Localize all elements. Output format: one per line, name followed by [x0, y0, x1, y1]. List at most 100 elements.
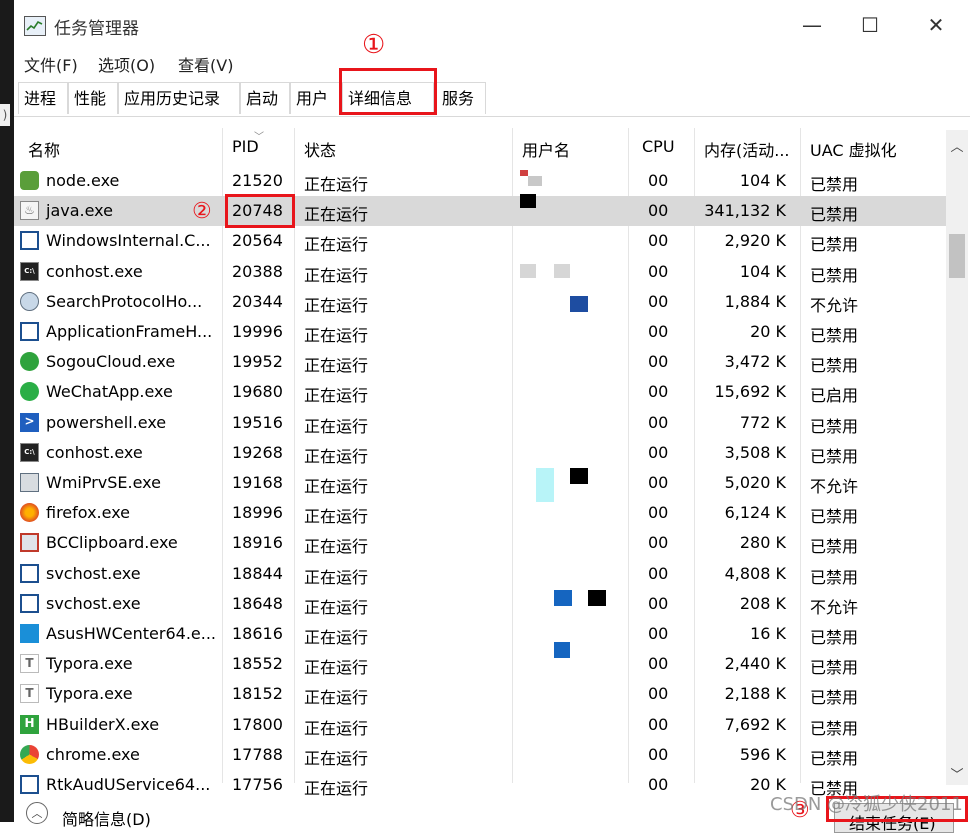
process-cpu: 00 — [648, 563, 669, 583]
process-memory: 5,020 K — [724, 473, 786, 492]
tab-startup[interactable]: 启动 — [240, 82, 290, 114]
window-app-icon — [20, 775, 39, 794]
menu-view[interactable]: 查看(V) — [178, 52, 233, 76]
background-window-edge: ) — [0, 104, 10, 126]
process-cpu: 00 — [648, 714, 669, 734]
table-row[interactable]: C:\ conhost.exe 19268 正在运行 00 3,508 K 已禁用 — [14, 438, 946, 468]
process-status: 正在运行 — [304, 688, 369, 708]
process-status: 正在运行 — [304, 537, 369, 557]
close-button[interactable]: ✕ — [916, 8, 956, 42]
process-name: BCClipboard.exe — [46, 533, 178, 553]
process-memory: 104 K — [739, 171, 786, 190]
tab-users[interactable]: 用户 — [290, 82, 340, 114]
sort-indicator-icon: ﹀ — [254, 132, 264, 143]
tab-performance[interactable]: 性能 — [68, 82, 118, 114]
wmi-icon — [20, 473, 39, 492]
asus-icon — [20, 624, 39, 643]
process-pid: 19516 — [232, 412, 283, 432]
table-row[interactable]: T Typora.exe 18152 正在运行 00 2,188 K 已禁用 — [14, 679, 946, 709]
column-header-cpu[interactable]: CPU — [642, 137, 675, 156]
table-row[interactable]: firefox.exe 18996 正在运行 00 6,124 K 已禁用 — [14, 498, 946, 528]
redacted-username — [554, 264, 570, 278]
process-cpu: 00 — [648, 533, 669, 553]
window-title: 任务管理器 — [54, 19, 139, 39]
process-name: Typora.exe — [46, 654, 133, 674]
process-uac: 已禁用 — [810, 567, 859, 587]
table-row[interactable]: C:\ conhost.exe 20388 正在运行 00 104 K 已禁用 — [14, 257, 946, 287]
table-row[interactable]: SogouCloud.exe 19952 正在运行 00 3,472 K 已禁用 — [14, 347, 946, 377]
task-manager-icon — [24, 16, 46, 36]
menu-options[interactable]: 选项(O) — [98, 52, 155, 76]
table-row[interactable]: ♨ java.exe 20748 正在运行 00 341,132 K 已禁用 — [14, 196, 946, 227]
process-cpu: 00 — [648, 503, 669, 523]
table-row[interactable]: node.exe 21520 正在运行 00 104 K 已禁用 — [14, 166, 946, 196]
process-memory: 2,440 K — [724, 654, 786, 674]
column-header-status[interactable]: 状态 — [304, 137, 336, 161]
console-icon: C:\ — [20, 442, 39, 462]
table-row[interactable]: WeChatApp.exe 19680 正在运行 00 15,692 K 已启用 — [14, 377, 946, 407]
table-row[interactable]: BCClipboard.exe 18916 正在运行 00 280 K 已禁用 — [14, 528, 946, 558]
table-row[interactable]: T Typora.exe 18552 正在运行 00 2,440 K 已禁用 — [14, 649, 946, 679]
process-cpu: 00 — [648, 654, 669, 674]
chevron-up-icon[interactable]: ︿ — [26, 802, 48, 824]
column-header-memory[interactable]: 内存(活动... — [704, 137, 790, 161]
process-status: 正在运行 — [304, 477, 369, 496]
process-memory: 3,508 K — [724, 442, 786, 462]
process-uac: 不允许 — [810, 295, 859, 315]
process-memory: 596 K — [739, 744, 786, 764]
fewer-details-link[interactable]: 简略信息(D) — [62, 806, 151, 830]
scroll-down-icon[interactable]: ﹀ — [946, 764, 968, 784]
process-name: WeChatApp.exe — [46, 382, 173, 402]
search-user-icon — [20, 291, 39, 311]
column-header-username[interactable]: 用户名 — [522, 137, 570, 161]
process-cpu: 00 — [648, 473, 669, 492]
process-memory: 208 K — [739, 593, 786, 613]
redacted-username — [528, 176, 542, 186]
process-pid: 20344 — [232, 291, 283, 311]
tab-app-history[interactable]: 应用历史记录 — [118, 82, 240, 114]
process-cpu: 00 — [648, 775, 669, 794]
vertical-scrollbar[interactable]: ︿ ﹀ — [946, 130, 968, 785]
maximize-button[interactable]: ☐ — [850, 8, 890, 42]
process-cpu: 00 — [648, 261, 669, 281]
table-row[interactable]: H HBuilderX.exe 17800 正在运行 00 7,692 K 已禁用 — [14, 710, 946, 740]
table-row[interactable]: chrome.exe 17788 正在运行 00 596 K 已禁用 — [14, 740, 946, 770]
annotation-box-pid — [225, 194, 295, 228]
table-row[interactable]: svchost.exe 18844 正在运行 00 4,808 K 已禁用 — [14, 559, 946, 589]
tab-processes[interactable]: 进程 — [18, 82, 68, 114]
process-cpu: 00 — [648, 382, 669, 402]
table-row[interactable]: AsusHWCenter64.e... 18616 正在运行 00 16 K 已禁用 — [14, 619, 946, 649]
minimize-button[interactable]: — — [792, 8, 832, 42]
process-cpu: 00 — [648, 322, 669, 341]
process-uac: 已禁用 — [810, 265, 859, 285]
clipboard-icon — [20, 533, 39, 553]
firefox-icon — [20, 503, 39, 523]
column-header-uac[interactable]: UAC 虚拟化 — [810, 137, 897, 161]
process-pid: 18648 — [232, 593, 283, 613]
process-memory: 15,692 K — [714, 382, 786, 402]
column-header-name[interactable]: 名称 — [28, 137, 60, 161]
process-uac: 已禁用 — [810, 507, 859, 527]
menu-file[interactable]: 文件(F) — [24, 52, 78, 76]
process-status: 正在运行 — [304, 205, 369, 225]
table-row[interactable]: SearchProtocolHo... 20344 正在运行 00 1,884 K 不允许 — [14, 287, 946, 317]
scrollbar-thumb[interactable] — [949, 234, 965, 278]
annotation-one: ① — [362, 30, 386, 60]
process-memory: 6,124 K — [724, 503, 786, 523]
sogou-icon — [20, 352, 39, 372]
table-row[interactable]: WmiPrvSE.exe 19168 正在运行 00 5,020 K 不允许 — [14, 468, 946, 498]
tab-services[interactable]: 服务 — [436, 82, 486, 114]
table-row[interactable]: ApplicationFrameH... 19996 正在运行 00 20 K 已禁用 — [14, 317, 946, 347]
scroll-up-icon[interactable]: ︿ — [946, 136, 968, 156]
process-pid: 17800 — [232, 714, 283, 734]
process-status: 正在运行 — [304, 628, 369, 647]
table-row[interactable]: WindowsInternal.C... 20564 正在运行 00 2,920 K 已禁… — [14, 226, 946, 256]
process-pid: 18916 — [232, 533, 283, 553]
table-row[interactable]: svchost.exe 18648 正在运行 00 208 K 不允许 — [14, 589, 946, 619]
annotation-two: ② — [192, 199, 212, 224]
process-status: 正在运行 — [304, 265, 369, 285]
window-app-icon — [20, 593, 39, 613]
process-name: AsusHWCenter64.e... — [46, 624, 217, 643]
process-uac: 已禁用 — [810, 356, 859, 376]
table-row[interactable]: > powershell.exe 19516 正在运行 00 772 K 已禁用 — [14, 408, 946, 438]
